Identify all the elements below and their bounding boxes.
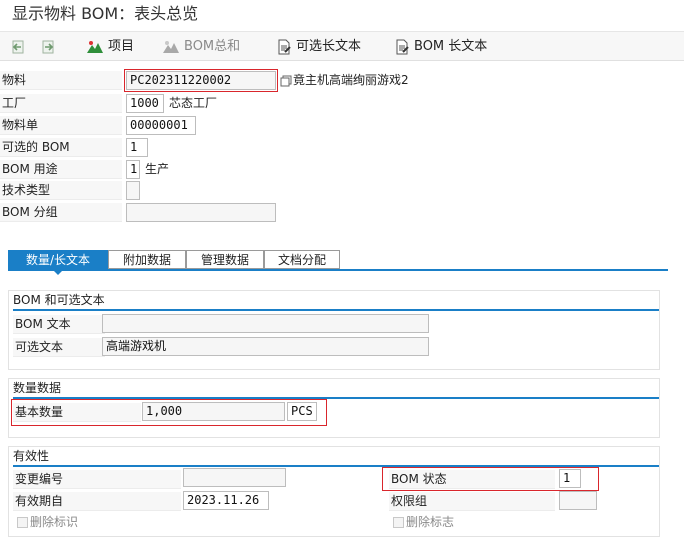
auth-group-field[interactable] <box>559 491 597 510</box>
change-no-field[interactable] <box>183 468 286 487</box>
bom-long-text-button[interactable]: BOM 长文本 <box>394 37 487 57</box>
bom-sum-button[interactable]: BOM总和 <box>162 37 240 57</box>
material-highlight <box>124 69 278 92</box>
alt-long-text-label: 可选长文本 <box>296 39 362 54</box>
bom-group-label: BOM 分组 <box>0 203 122 222</box>
bom-group-field[interactable] <box>126 203 276 222</box>
auth-group-label: 权限组 <box>389 492 555 511</box>
application-toolbar: 项目 BOM总和 可选长文本 BOM 长文本 <box>0 31 684 61</box>
alt-long-text-button[interactable]: 可选长文本 <box>276 37 361 57</box>
valid-from-label: 有效期自 <box>13 492 181 511</box>
plant-field[interactable]: 1000 <box>126 94 164 113</box>
deletion-flag-label: 删除标识 <box>30 515 79 529</box>
plant-label: 工厂 <box>0 94 122 113</box>
tab-quantity-long-text[interactable]: 数量/长文本 <box>8 250 108 269</box>
bom-text-field[interactable] <box>102 314 429 333</box>
bom-usage-label: BOM 用途 <box>0 160 122 179</box>
active-tab-pointer <box>52 269 64 275</box>
group-validity-title: 有效性 <box>13 449 50 463</box>
bom-usage-description: 生产 <box>145 162 170 176</box>
document-edit-icon <box>396 39 409 54</box>
group-bom-text: BOM 和可选文本 BOM 文本 可选文本 高端游戏机 <box>8 290 660 370</box>
document-edit-icon <box>278 39 291 54</box>
group-divider <box>13 309 659 311</box>
mountain-icon <box>87 40 103 53</box>
group-quantity-title: 数量数据 <box>13 381 62 395</box>
plant-description: 芯态工厂 <box>169 96 218 110</box>
group-quantity: 数量数据 基本数量 1,000 PCS <box>8 378 660 438</box>
back-arrow-icon <box>12 40 24 53</box>
material-bom-field[interactable]: 00000001 <box>126 116 196 135</box>
bom-sum-label: BOM总和 <box>184 39 241 54</box>
mountain-icon <box>163 40 179 53</box>
bom-text-label: BOM 文本 <box>13 315 105 334</box>
valid-from-field[interactable]: 2023.11.26 <box>183 491 269 510</box>
change-no-label: 变更编号 <box>13 470 181 489</box>
alt-bom-field[interactable]: 1 <box>126 138 148 157</box>
deletion-flag-checkbox[interactable] <box>17 517 28 528</box>
back-button[interactable] <box>10 37 30 57</box>
tab-underline <box>8 269 668 271</box>
tech-type-label: 技术类型 <box>0 181 122 200</box>
material-label: 物料 <box>0 71 122 90</box>
project-label: 项目 <box>108 39 135 54</box>
forward-button[interactable] <box>40 37 60 57</box>
tab-document-assignment[interactable]: 文档分配 <box>264 250 340 269</box>
project-button[interactable]: 项目 <box>86 37 134 57</box>
forward-arrow-icon <box>42 40 54 53</box>
tech-type-field[interactable] <box>126 181 140 200</box>
tab-additional-data[interactable]: 附加数据 <box>108 250 186 269</box>
copy-icon[interactable] <box>280 75 292 87</box>
alt-text-field[interactable]: 高端游戏机 <box>102 337 429 356</box>
delete-flag-label: 删除标志 <box>406 515 455 529</box>
group-validity: 有效性 变更编号 有效期自 2023.11.26 删除标识 BOM 状态 1 权… <box>8 446 660 537</box>
quantity-highlight <box>11 399 327 426</box>
tab-admin-data[interactable]: 管理数据 <box>186 250 264 269</box>
material-description: 竟主机高端绚丽游戏2 <box>293 73 409 87</box>
alt-bom-label: 可选的 BOM <box>0 138 122 157</box>
delete-flag-checkbox[interactable] <box>393 517 404 528</box>
bom-status-highlight <box>382 467 599 491</box>
group-bom-text-title: BOM 和可选文本 <box>13 293 105 307</box>
material-bom-label: 物料单 <box>0 116 122 135</box>
bom-usage-field[interactable]: 1 <box>126 160 140 179</box>
bom-long-text-label: BOM 长文本 <box>414 39 488 54</box>
page-title: 显示物料 BOM：表头总览 <box>0 0 684 30</box>
alt-text-label: 可选文本 <box>13 338 105 357</box>
